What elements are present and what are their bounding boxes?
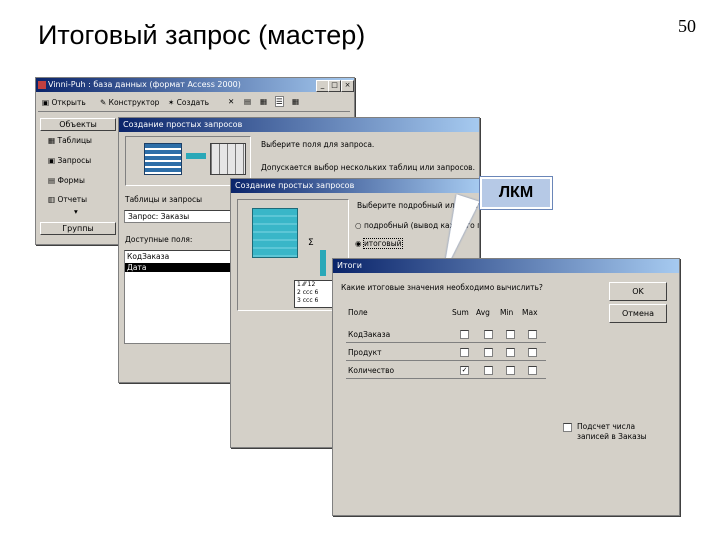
ok-label: OK bbox=[632, 287, 644, 296]
database-title: Vinni-Puh : база данных (формат Access 2… bbox=[48, 80, 241, 89]
sidebar-item-queries-label: Запросы bbox=[57, 156, 92, 165]
max-checkbox[interactable] bbox=[528, 366, 537, 375]
details-icon[interactable]: ▦ bbox=[292, 97, 299, 106]
callout-lkm: ЛКМ bbox=[480, 177, 552, 209]
table-graphic-icon bbox=[144, 143, 182, 175]
available-fields-label: Доступные поля: bbox=[125, 235, 193, 244]
open-button[interactable]: ▣ Открыть bbox=[42, 98, 86, 107]
create-label: Создать bbox=[176, 98, 210, 107]
column-header-min: Min bbox=[500, 308, 514, 317]
objects-header-label: Объекты bbox=[59, 120, 97, 129]
sidebar-item-reports-label: Отчеты bbox=[57, 195, 88, 204]
cancel-button[interactable]: Отмена bbox=[609, 304, 667, 323]
create-button[interactable]: ✶ Создать bbox=[168, 98, 209, 107]
table-row: Количество ✓ bbox=[346, 360, 546, 379]
radio-summary-label: итоговый bbox=[362, 238, 403, 249]
objects-header[interactable]: Объекты bbox=[40, 118, 116, 131]
app-icon bbox=[38, 81, 46, 89]
groups-header-label: Группы bbox=[62, 224, 94, 233]
maximize-button[interactable]: □ bbox=[328, 80, 341, 92]
tables-queries-value: Запрос: Заказы bbox=[128, 212, 190, 221]
open-label: Открыть bbox=[51, 98, 86, 107]
min-checkbox[interactable] bbox=[506, 366, 515, 375]
sidebar-item-reports[interactable]: ▥ Отчеты bbox=[48, 195, 87, 204]
tables-queries-label: Таблицы и запросы bbox=[125, 195, 203, 204]
slide-number: 50 bbox=[678, 16, 696, 36]
list-item[interactable]: КодЗаказа bbox=[127, 252, 229, 261]
column-header-sum: Sum bbox=[452, 308, 469, 317]
column-header-field: Поле bbox=[348, 308, 368, 317]
summary-row: 3 ccc 6 bbox=[297, 297, 319, 304]
database-window-titlebar[interactable]: Vinni-Puh : база данных (формат Access 2… bbox=[36, 78, 354, 92]
wizard1-prompt-multiple: Допускается выбор нескольких таблиц или … bbox=[261, 163, 475, 172]
table-row: КодЗаказа bbox=[346, 324, 546, 343]
sidebar-item-queries[interactable]: ▣ Запросы bbox=[48, 156, 91, 165]
delete-icon[interactable]: ✕ bbox=[228, 97, 234, 106]
tables-queries-select[interactable]: Запрос: Заказы bbox=[124, 210, 232, 223]
wizard1-title: Создание простых запросов bbox=[123, 120, 243, 129]
wizard1-titlebar[interactable]: Создание простых запросов bbox=[119, 118, 479, 132]
arrow-right-icon bbox=[186, 153, 206, 159]
max-checkbox[interactable] bbox=[528, 348, 537, 357]
ok-button[interactable]: OK bbox=[609, 282, 667, 301]
summary-row: 2 ccc 6 bbox=[297, 289, 319, 296]
radio-summary[interactable]: ◉ итоговый bbox=[355, 238, 403, 249]
itogi-question: Какие итоговые значения необходимо вычис… bbox=[341, 283, 543, 292]
max-checkbox[interactable] bbox=[528, 330, 537, 339]
wizard2-title: Создание простых запросов bbox=[235, 181, 355, 190]
row-field-name: КодЗаказа bbox=[348, 330, 391, 339]
summary-grid: Поле Sum Avg Min Max КодЗаказа Продукт К… bbox=[339, 299, 557, 457]
db-toolbar: ▣ Открыть ✎ Конструктор ✶ Создать ✕ ▤ ▦ … bbox=[38, 95, 350, 112]
wizard2-titlebar[interactable]: Создание простых запросов bbox=[231, 179, 479, 193]
avg-checkbox[interactable] bbox=[484, 366, 493, 375]
list-item-selected[interactable]: Дата bbox=[125, 263, 231, 272]
large-icons-icon[interactable]: ▤ bbox=[244, 97, 251, 106]
detail-table-graphic-icon bbox=[252, 208, 298, 258]
count-records-checkbox[interactable] bbox=[563, 423, 572, 432]
available-fields-list[interactable]: КодЗаказа Дата bbox=[124, 250, 232, 344]
table-row: Продукт bbox=[346, 342, 546, 361]
column-header-max: Max bbox=[522, 308, 538, 317]
itogi-title: Итоги bbox=[337, 261, 362, 270]
arrow-down-icon bbox=[320, 250, 326, 276]
avg-checkbox[interactable] bbox=[484, 330, 493, 339]
grid-graphic-icon bbox=[210, 143, 246, 175]
avg-checkbox[interactable] bbox=[484, 348, 493, 357]
small-icons-icon[interactable]: ▦ bbox=[260, 97, 267, 106]
summary-table-graphic: 1 ⁄⁄⁄ 12 2 ccc 6 3 ccc 6 bbox=[294, 280, 334, 308]
count-records-label-1: Подсчет числа bbox=[577, 422, 636, 431]
chevron-down-icon[interactable]: ▾ bbox=[74, 207, 78, 216]
summary-row: 1 ⁄⁄⁄ 12 bbox=[297, 281, 316, 288]
close-button[interactable]: × bbox=[341, 80, 354, 92]
count-records-label-2: записей в Заказы bbox=[577, 432, 647, 441]
min-checkbox[interactable] bbox=[506, 348, 515, 357]
sum-checkbox-checked[interactable]: ✓ bbox=[460, 366, 469, 375]
wizard1-prompt-select: Выберите поля для запроса. bbox=[261, 140, 375, 149]
itogi-titlebar[interactable]: Итоги bbox=[333, 259, 679, 273]
sidebar-item-tables[interactable]: ▦ Таблицы bbox=[48, 136, 92, 145]
sum-checkbox[interactable] bbox=[460, 330, 469, 339]
groups-header[interactable]: Группы bbox=[40, 222, 116, 235]
column-header-avg: Avg bbox=[476, 308, 490, 317]
sidebar-item-forms-label: Формы bbox=[57, 176, 85, 185]
row-field-name: Продукт bbox=[348, 348, 382, 357]
row-field-name: Количество bbox=[348, 366, 395, 375]
sidebar-item-forms[interactable]: ▤ Формы bbox=[48, 176, 85, 185]
list-icon[interactable]: ☰ bbox=[275, 96, 284, 107]
itogi-dialog: Итоги Какие итоговые значения необходимо… bbox=[332, 258, 680, 516]
constructor-label: Конструктор bbox=[108, 98, 160, 107]
constructor-button[interactable]: ✎ Конструктор bbox=[100, 98, 159, 107]
sidebar-item-tables-label: Таблицы bbox=[57, 136, 92, 145]
slide-title: Итоговый запрос (мастер) bbox=[38, 20, 366, 50]
objects-sidebar: Объекты ▦ Таблицы ▣ Запросы ▤ Формы ▥ От… bbox=[40, 118, 116, 240]
min-checkbox[interactable] bbox=[506, 330, 515, 339]
sigma-icon: Σ bbox=[308, 238, 314, 248]
cancel-label: Отмена bbox=[621, 309, 655, 318]
sum-checkbox[interactable] bbox=[460, 348, 469, 357]
